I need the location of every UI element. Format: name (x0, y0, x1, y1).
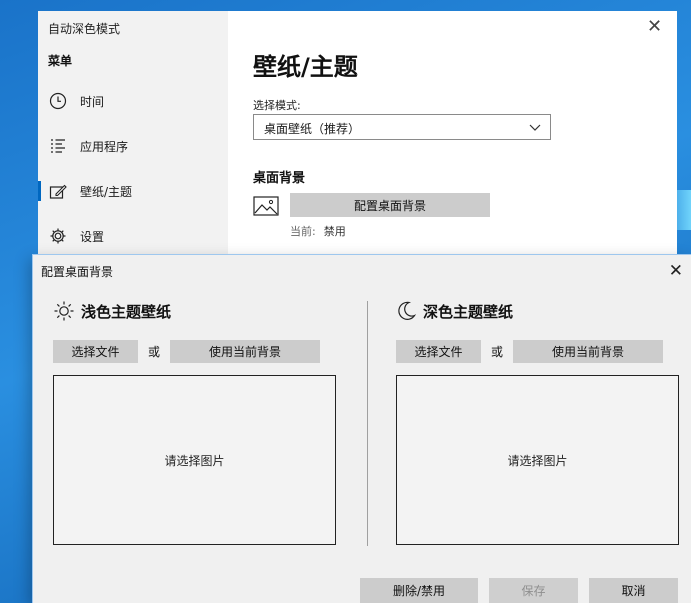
sidebar-item-label: 设置 (80, 229, 105, 244)
current-label: 当前: (290, 225, 316, 238)
light-image-preview[interactable]: 请选择图片 (53, 375, 336, 545)
dark-choose-file-button[interactable]: 选择文件 (396, 340, 481, 363)
edit-icon (48, 181, 68, 201)
light-theme-heading: 浅色主题壁纸 (53, 300, 171, 322)
sidebar-item-wallpaper-theme[interactable]: 壁纸/主题 (38, 173, 228, 209)
desktop-background-title: 桌面背景 (253, 171, 306, 186)
sidebar-item-label: 时间 (80, 94, 105, 109)
moon-icon (398, 301, 417, 320)
main-settings-window: 自动深色模式 菜单 时间 应用程序 壁纸/主题 设置 ✕ 壁纸/主题 选择模式:… (38, 11, 677, 271)
sidebar-item-time[interactable]: 时间 (38, 83, 228, 119)
dialog-close-icon[interactable]: ✕ (669, 261, 683, 281)
clock-icon (48, 91, 68, 111)
configure-background-dialog: 配置桌面背景 ✕ 浅色主题壁纸 选择文件 或 使用当前背景 请选择图片 深色主题… (33, 255, 691, 603)
dark-or-label: 或 (491, 345, 504, 359)
sidebar-item-label: 应用程序 (80, 139, 129, 154)
dialog-title: 配置桌面背景 (41, 265, 114, 279)
dark-theme-heading-label: 深色主题壁纸 (423, 302, 514, 321)
mode-label: 选择模式: (253, 99, 301, 112)
gear-icon (48, 226, 68, 246)
mode-dropdown[interactable]: 桌面壁纸（推荐） (253, 114, 551, 140)
sidebar: 自动深色模式 菜单 时间 应用程序 壁纸/主题 设置 (38, 11, 228, 271)
dark-use-current-button[interactable]: 使用当前背景 (513, 340, 663, 363)
page-title: 壁纸/主题 (253, 53, 358, 81)
sidebar-item-label: 壁纸/主题 (80, 184, 133, 199)
menu-title: 菜单 (48, 54, 73, 68)
image-icon (253, 196, 279, 219)
light-image-placeholder: 请选择图片 (164, 453, 225, 468)
app-title: 自动深色模式 (48, 22, 121, 36)
chevron-down-icon (528, 120, 542, 137)
current-value: 禁用 (323, 225, 346, 238)
main-close-icon[interactable]: ✕ (647, 18, 662, 36)
cancel-button[interactable]: 取消 (589, 578, 678, 603)
delete-disable-button[interactable]: 删除/禁用 (360, 578, 478, 603)
list-icon (48, 136, 68, 156)
save-button[interactable]: 保存 (489, 578, 578, 603)
dark-image-placeholder: 请选择图片 (507, 453, 568, 468)
sun-icon (54, 301, 74, 321)
light-choose-file-button[interactable]: 选择文件 (53, 340, 138, 363)
dark-image-preview[interactable]: 请选择图片 (396, 375, 679, 545)
light-or-label: 或 (148, 345, 161, 359)
mode-dropdown-value: 桌面壁纸（推荐） (264, 122, 361, 136)
sidebar-item-apps[interactable]: 应用程序 (38, 128, 228, 164)
light-use-current-button[interactable]: 使用当前背景 (170, 340, 320, 363)
light-theme-heading-label: 浅色主题壁纸 (81, 302, 172, 321)
panel-divider (367, 301, 368, 546)
configure-desktop-background-button[interactable]: 配置桌面背景 (290, 193, 490, 217)
sidebar-item-settings[interactable]: 设置 (38, 218, 228, 254)
current-status: 当前: 禁用 (290, 223, 346, 239)
dark-theme-heading: 深色主题壁纸 (395, 300, 513, 322)
